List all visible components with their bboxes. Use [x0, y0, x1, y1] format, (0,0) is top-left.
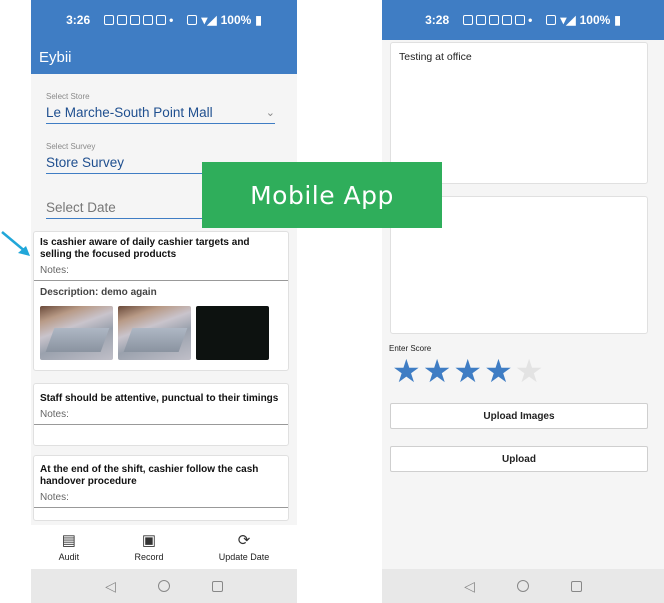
battery-text: 100%: [579, 13, 611, 27]
facebook-icon: [117, 15, 128, 25]
star-icon[interactable]: ★: [484, 354, 513, 388]
facebook-icon: [476, 15, 487, 25]
app-notification-icon: [130, 15, 141, 25]
nav-update-date[interactable]: ⟳ Update Date: [218, 531, 270, 562]
wifi-signal-icon: ▾◢: [201, 13, 217, 27]
back-icon[interactable]: ◁: [105, 578, 116, 595]
wifi-signal-icon: ▾◢: [560, 13, 576, 27]
app-notification-icon: [156, 15, 167, 25]
notification-icons: •: [104, 13, 173, 27]
app-notification-icon: [502, 15, 513, 25]
recents-icon[interactable]: [570, 580, 582, 592]
app-notification-icon: [143, 15, 154, 25]
store-select-label: Select Store: [46, 92, 90, 101]
more-dot-icon: •: [169, 13, 174, 27]
home-icon[interactable]: [157, 580, 170, 592]
upload-images-button[interactable]: Upload Images: [390, 403, 648, 429]
photo-thumbnail[interactable]: [118, 306, 191, 360]
question-description: Description: demo again: [40, 287, 157, 298]
nav-record-label: Record: [134, 551, 164, 562]
pointer-arrow-icon: [1, 231, 30, 256]
battery-text: 100%: [220, 13, 252, 27]
linkedin-icon: [463, 15, 474, 25]
status-time: 3:26: [66, 13, 91, 27]
store-select[interactable]: Select Store Le Marche-South Point Mall …: [46, 92, 275, 124]
system-navigation-bar: ◁: [382, 569, 664, 603]
question-card: At the end of the shift, cashier follow …: [33, 455, 289, 521]
battery-icon: ▮: [614, 13, 621, 27]
more-dot-icon: •: [528, 13, 533, 27]
chevron-down-icon[interactable]: ⌄: [266, 106, 275, 119]
system-navigation-bar: ◁: [31, 569, 297, 603]
mobile-screen-right: 3:28 • ▾◢ 100% ▮ Testing at office Enter…: [382, 0, 664, 603]
status-bar: 3:28 • ▾◢ 100% ▮: [382, 0, 664, 40]
image-icon: ▣: [141, 531, 157, 549]
star-icon[interactable]: ★: [453, 354, 482, 388]
question-title: At the end of the shift, cashier follow …: [40, 464, 259, 487]
star-rating[interactable]: ★ ★ ★ ★ ★: [392, 354, 543, 388]
app-title: Eybii: [39, 48, 72, 66]
mobile-app-banner: Mobile App: [202, 162, 442, 228]
data-saver-icon: [187, 15, 198, 25]
nav-record[interactable]: ▣ Record: [134, 531, 164, 562]
store-select-text: Le Marche-South Point Mall: [46, 105, 213, 120]
app-bar: Eybii: [31, 40, 297, 74]
refresh-icon: ⟳: [237, 531, 251, 549]
question-card: Is cashier aware of daily cashier target…: [33, 231, 289, 371]
recents-icon[interactable]: [211, 580, 223, 592]
question-title: Is cashier aware of daily cashier target…: [40, 237, 250, 260]
app-notification-icon: [489, 15, 500, 25]
linkedin-icon: [104, 15, 115, 25]
question-title: Staff should be attentive, punctual to t…: [40, 393, 279, 404]
battery-icon: ▮: [255, 13, 262, 27]
data-saver-icon: [546, 15, 557, 25]
upload-button[interactable]: Upload: [390, 446, 648, 472]
notification-icons: •: [463, 13, 532, 27]
photo-thumbnail[interactable]: [196, 306, 269, 360]
star-icon[interactable]: ★: [423, 354, 452, 388]
notes-field[interactable]: Notes:: [34, 488, 288, 508]
survey-select-label: Select Survey: [46, 142, 96, 151]
audit-icon: ▤: [61, 531, 76, 549]
survey-select-text: Store Survey: [46, 155, 125, 170]
mobile-screen-left: 3:26 • ▾◢ 100% ▮ Eybii Select Store Le M…: [31, 0, 297, 603]
bottom-navigation: ▤ Audit ▣ Record ⟳ Update Date: [31, 525, 297, 569]
status-bar: 3:26 • ▾◢ 100% ▮: [31, 0, 297, 40]
back-icon[interactable]: ◁: [464, 578, 475, 595]
nav-audit[interactable]: ▤ Audit: [58, 531, 80, 562]
star-icon[interactable]: ★: [392, 354, 421, 388]
image-thumbnails: [34, 298, 288, 368]
app-notification-icon: [515, 15, 526, 25]
home-icon[interactable]: [516, 580, 529, 592]
nav-audit-label: Audit: [58, 551, 80, 562]
star-icon[interactable]: ★: [515, 354, 544, 388]
score-label: Enter Score: [389, 344, 432, 353]
question-card: Staff should be attentive, punctual to t…: [33, 383, 289, 446]
store-select-value[interactable]: Le Marche-South Point Mall ⌄: [46, 101, 275, 124]
notes-field[interactable]: Notes:: [34, 261, 288, 281]
nav-update-date-label: Update Date: [218, 551, 270, 562]
notes-field[interactable]: Notes:: [34, 405, 288, 425]
status-time: 3:28: [425, 13, 450, 27]
photo-thumbnail[interactable]: [40, 306, 113, 360]
date-select-placeholder: Select Date: [46, 200, 116, 215]
